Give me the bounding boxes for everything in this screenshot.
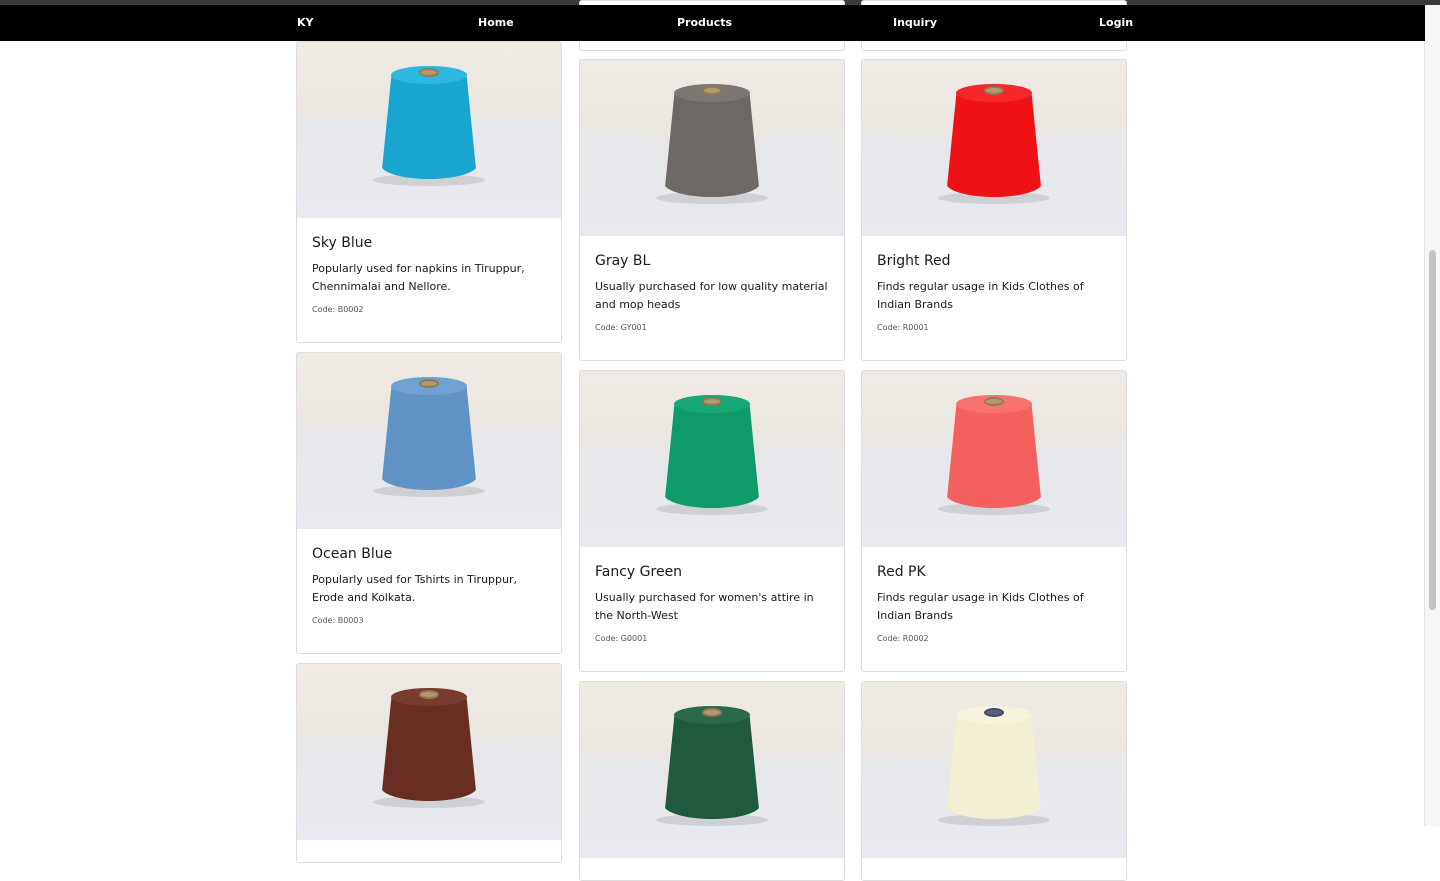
product-description: Finds regular usage in Kids Clothes of I…: [877, 280, 1084, 311]
product-image: [580, 60, 844, 236]
scrollbar[interactable]: [1424, 5, 1440, 826]
product-image: [297, 353, 561, 529]
product-card[interactable]: Red PK Finds regular usage in Kids Cloth…: [861, 370, 1127, 672]
yarn-cone: [381, 385, 477, 490]
yarn-cone: [946, 403, 1042, 508]
product-image: [297, 664, 561, 840]
product-code: Code: R0002: [877, 634, 929, 643]
product-card[interactable]: [579, 681, 845, 881]
product-description: Finds regular usage in Kids Clothes of I…: [877, 591, 1084, 622]
navbar: KY Home Products Inquiry Login: [0, 5, 1425, 41]
nav-inquiry[interactable]: Inquiry: [893, 16, 937, 29]
scrollbar-thumb[interactable]: [1429, 250, 1436, 610]
product-description: Usually purchased for low quality materi…: [595, 280, 828, 311]
product-card[interactable]: Gray BL Usually purchased for low qualit…: [579, 59, 845, 361]
product-card[interactable]: Sky Blue Popularly used for napkins in T…: [296, 41, 562, 343]
product-title: Bright Red: [877, 253, 951, 269]
product-title: Sky Blue: [312, 235, 373, 251]
yarn-cone: [381, 74, 477, 179]
product-card[interactable]: Ocean Blue Popularly used for Tshirts in…: [296, 352, 562, 654]
product-code: Code: G0001: [595, 634, 648, 643]
product-image: [862, 682, 1126, 858]
product-image: [580, 682, 844, 858]
yarn-cone: [946, 92, 1042, 197]
brand-logo[interactable]: KY: [297, 16, 314, 29]
product-title: Red PK: [877, 564, 926, 580]
product-code: Code: B0002: [312, 305, 364, 314]
nav-products[interactable]: Products: [677, 16, 732, 29]
product-card[interactable]: [296, 663, 562, 863]
nav-login[interactable]: Login: [1099, 16, 1133, 29]
cone-core: [419, 690, 439, 699]
product-card[interactable]: [861, 681, 1127, 881]
yarn-cone: [664, 92, 760, 197]
product-title: Fancy Green: [595, 564, 683, 580]
product-image: [862, 371, 1126, 547]
yarn-cone: [381, 696, 477, 801]
product-image: [297, 42, 561, 218]
product-code: Code: B0003: [312, 616, 364, 625]
cone-core: [419, 68, 439, 77]
cone-core: [984, 86, 1004, 95]
product-code: Code: GY001: [595, 323, 647, 332]
product-description: Popularly used for napkins in Tiruppur, …: [312, 262, 525, 293]
product-code: Code: R0001: [877, 323, 929, 332]
cone-core: [702, 708, 722, 717]
cone-core: [984, 397, 1004, 406]
cone-core: [702, 397, 722, 406]
product-description: Usually purchased for women's attire in …: [595, 591, 814, 622]
cone-core: [419, 379, 439, 388]
product-title: Ocean Blue: [312, 546, 393, 562]
product-card[interactable]: Fancy Green Usually purchased for women'…: [579, 370, 845, 672]
product-card[interactable]: Bright Red Finds regular usage in Kids C…: [861, 59, 1127, 361]
yarn-cone: [664, 403, 760, 508]
product-image: [862, 60, 1126, 236]
product-title: Gray BL: [595, 253, 651, 269]
cone-core: [702, 86, 722, 95]
product-description: Popularly used for Tshirts in Tiruppur, …: [312, 573, 518, 604]
yarn-cone: [946, 714, 1042, 819]
nav-home[interactable]: Home: [478, 16, 514, 29]
product-image: [580, 371, 844, 547]
cone-core: [984, 708, 1004, 717]
yarn-cone: [664, 714, 760, 819]
